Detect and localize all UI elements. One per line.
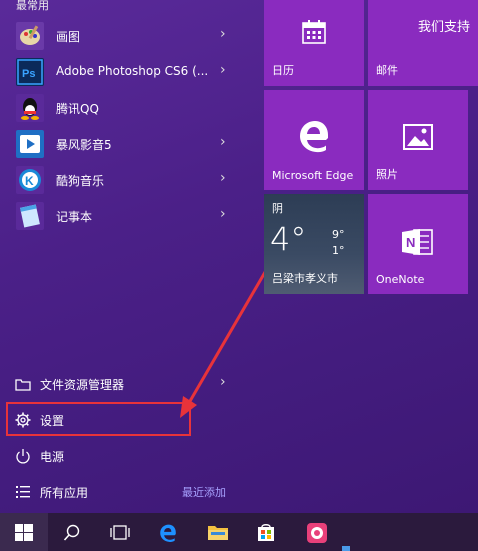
task-view-button[interactable] (96, 513, 144, 551)
calendar-tile[interactable]: 日历 (264, 0, 364, 86)
taskbar-store[interactable] (242, 513, 290, 551)
mail-tile[interactable]: 我们支持 邮件 (368, 0, 478, 86)
start-menu: 最常用 画图 › Ps Adobe Photoshop CS6 (... › 腾… (0, 0, 478, 513)
edge-tile[interactable]: Microsoft Edge (264, 90, 364, 190)
weather-high: 9° (332, 228, 345, 241)
task-view-icon (110, 525, 130, 540)
photos-icon (403, 124, 433, 150)
calendar-icon (302, 20, 326, 44)
active-indicator (342, 546, 350, 551)
search-button[interactable] (48, 513, 96, 551)
weather-tile[interactable]: 阴 4° 9° 1° 吕梁市孝义市 (264, 194, 364, 294)
weather-low: 1° (332, 244, 345, 257)
weather-condition: 阴 (272, 202, 283, 215)
mail-tile-title: 我们支持 (418, 20, 471, 35)
photos-label: 照片 (376, 168, 398, 181)
windows-logo-icon (15, 524, 33, 541)
edge-icon (300, 121, 328, 153)
taskbar-file-explorer[interactable] (194, 513, 242, 551)
photos-tile[interactable]: 照片 (368, 90, 468, 190)
onenote-label: OneNote (376, 273, 425, 286)
start-button[interactable] (0, 513, 48, 551)
taskbar-edge[interactable] (144, 513, 192, 551)
calendar-label: 日历 (272, 64, 294, 77)
folder-icon (208, 526, 228, 540)
taskbar-app-pinned[interactable] (292, 513, 340, 551)
weather-location: 吕梁市孝义市 (272, 272, 338, 285)
app-icon (307, 523, 327, 543)
onenote-tile[interactable]: N OneNote (368, 194, 468, 294)
weather-temperature: 4° (270, 220, 307, 258)
edge-icon (160, 524, 176, 542)
mail-label: 邮件 (376, 64, 398, 77)
edge-label: Microsoft Edge (272, 169, 354, 182)
taskbar (0, 513, 478, 551)
svg-text:N: N (406, 235, 415, 250)
search-icon (63, 524, 80, 541)
onenote-icon: N (402, 229, 433, 255)
store-icon (258, 524, 274, 541)
